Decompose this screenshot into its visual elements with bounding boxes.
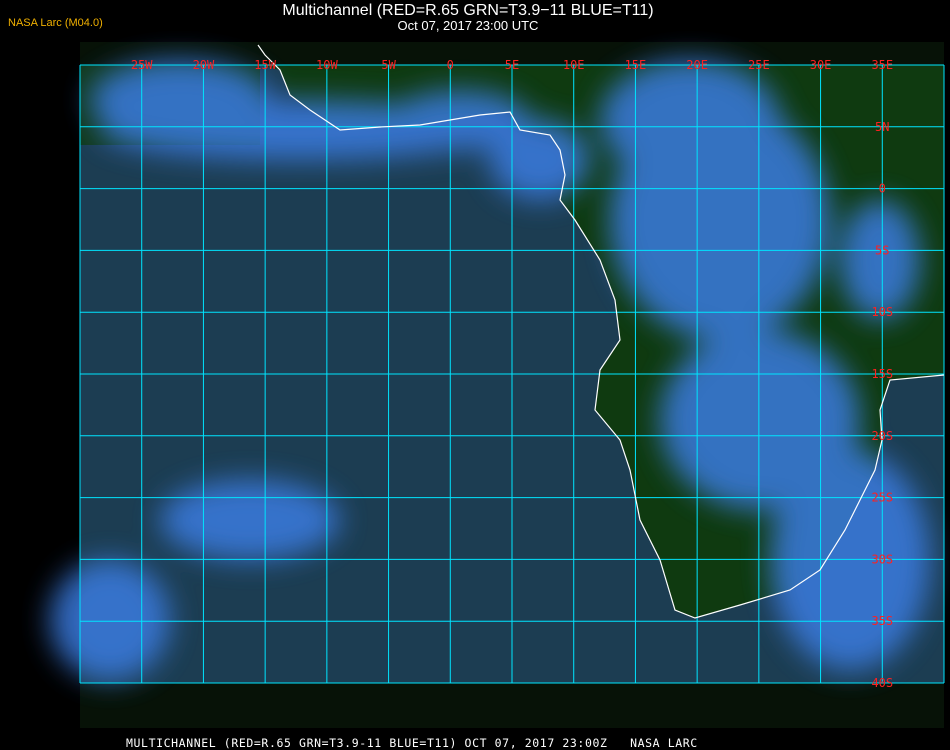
longitude-label: 30E xyxy=(810,58,832,72)
cloud xyxy=(390,90,530,150)
latitude-label: 40S xyxy=(871,676,893,690)
cloud xyxy=(90,60,270,140)
longitude-label: 10E xyxy=(563,58,585,72)
longitude-label: 35E xyxy=(871,58,893,72)
cloud xyxy=(50,560,170,680)
cloud xyxy=(770,450,930,670)
footer-caption: MULTICHANNEL (RED=R.65 GRN=T3.9-11 BLUE=… xyxy=(126,736,698,750)
image-datetime: Oct 07, 2017 23:00 UTC xyxy=(397,18,539,33)
latitude-label: 30S xyxy=(871,552,893,566)
latitude-label: 5S xyxy=(875,243,889,257)
satellite-map: 25W 20W 15W 10W 5W 0 5E 10E 15E 20E 25E 30E 35E 5N 0 5S… xyxy=(50,42,945,728)
longitude-label: 10W xyxy=(316,58,338,72)
cloud xyxy=(160,480,340,560)
longitude-label: 15W xyxy=(254,58,276,72)
longitude-label: 25W xyxy=(131,58,153,72)
latitude-label: 10S xyxy=(871,305,893,319)
longitude-label: 20E xyxy=(686,58,708,72)
longitude-label: 5W xyxy=(381,58,396,72)
longitude-label: 15E xyxy=(625,58,647,72)
longitude-label: 25E xyxy=(748,58,770,72)
longitude-label: 20W xyxy=(193,58,215,72)
latitude-label: 35S xyxy=(871,614,893,628)
longitude-label: 5E xyxy=(505,58,519,72)
satellite-imagery xyxy=(50,60,944,683)
latitude-label: 0 xyxy=(879,182,886,196)
longitude-label: 0 xyxy=(447,58,454,72)
latitude-label: 15S xyxy=(871,367,893,381)
cloud xyxy=(600,60,780,180)
cloud xyxy=(840,200,920,320)
latitude-label: 20S xyxy=(871,429,893,443)
latitude-label: 25S xyxy=(871,491,893,505)
latitude-label: 5N xyxy=(875,120,889,134)
